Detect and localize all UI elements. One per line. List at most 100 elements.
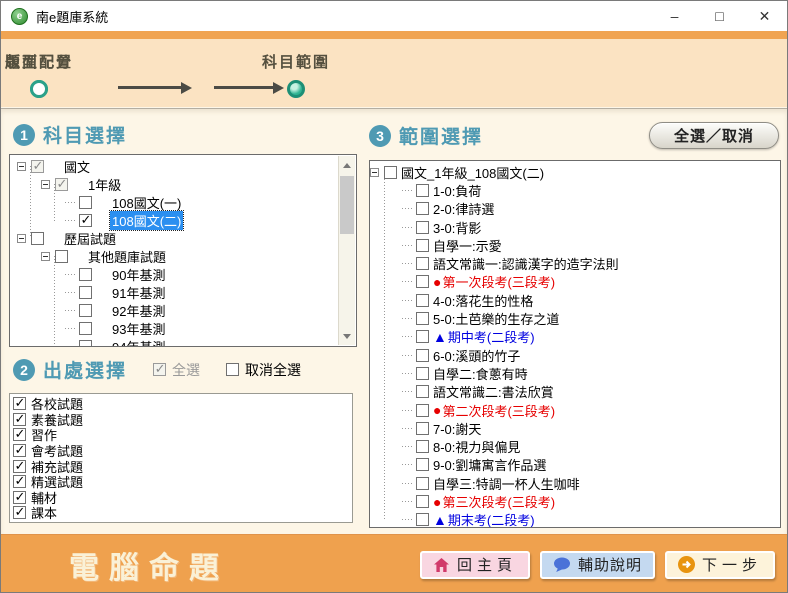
minimize-button[interactable]: – — [652, 1, 697, 31]
step-number-badge: 2 — [13, 359, 35, 381]
home-button[interactable]: 回主頁 — [420, 551, 530, 579]
checkbox[interactable] — [79, 286, 92, 299]
checkbox[interactable] — [416, 513, 429, 526]
checkbox[interactable] — [416, 385, 429, 398]
collapse-icon[interactable] — [41, 180, 50, 189]
checkbox[interactable] — [416, 239, 429, 252]
subject-tree-item[interactable]: 其他題庫試題 — [11, 247, 338, 265]
checkbox[interactable] — [416, 184, 429, 197]
range-tree-item[interactable]: 5-0:土芭樂的生存之道 — [370, 309, 780, 327]
checkbox[interactable] — [416, 440, 429, 453]
subject-tree-item[interactable]: 歷屆試題 — [11, 229, 338, 247]
subject-tree-item[interactable]: 1年級 — [11, 175, 338, 193]
source-list-item[interactable]: 課本 — [13, 505, 349, 521]
scroll-up-icon[interactable] — [339, 157, 355, 173]
checkbox[interactable] — [13, 428, 26, 441]
range-tree-item[interactable]: 6-0:溪頭的竹子 — [370, 346, 780, 364]
source-list-item[interactable]: 精選試題 — [13, 474, 349, 490]
checkbox[interactable] — [416, 275, 429, 288]
deselect-all-checkbox[interactable] — [226, 363, 239, 376]
subject-tree-item[interactable]: 90年基測 — [11, 265, 338, 283]
subject-tree-item[interactable]: 108國文(二) — [11, 211, 338, 229]
help-button[interactable]: 輔助說明 — [540, 551, 655, 579]
range-tree-item[interactable]: 9-0:劉墉寓言作品選 — [370, 456, 780, 474]
collapse-icon[interactable] — [17, 234, 26, 243]
range-tree-item[interactable]: 自學二:食蔥有時 — [370, 364, 780, 382]
range-tree-item[interactable]: 3-0:背影 — [370, 218, 780, 236]
range-tree-item[interactable]: 自學一:示愛 — [370, 236, 780, 254]
range-tree-item[interactable]: 語文常識二:書法欣賞 — [370, 383, 780, 401]
select-all-checkbox[interactable] — [153, 363, 166, 376]
collapse-icon[interactable] — [41, 252, 50, 261]
scrollbar-thumb[interactable] — [340, 176, 354, 234]
checkbox[interactable] — [55, 178, 68, 191]
range-tree-item[interactable]: ● 第二次段考(三段考) — [370, 401, 780, 419]
checkbox[interactable] — [416, 257, 429, 270]
close-button[interactable]: ✕ — [742, 1, 787, 31]
checkbox[interactable] — [416, 495, 429, 508]
checkbox[interactable] — [416, 477, 429, 490]
checkbox[interactable] — [13, 413, 26, 426]
subject-tree-item[interactable]: 91年基測 — [11, 283, 338, 301]
checkbox[interactable] — [79, 196, 92, 209]
checkbox[interactable] — [384, 166, 397, 179]
collapse-icon[interactable] — [17, 162, 26, 171]
checkbox[interactable] — [79, 340, 92, 348]
vertical-scrollbar[interactable] — [338, 156, 355, 345]
subject-tree-item[interactable]: 國文 — [11, 157, 338, 175]
range-tree-item[interactable]: 2-0:律詩選 — [370, 200, 780, 218]
range-tree-item[interactable]: ▲ 期末考(二段考) — [370, 511, 780, 528]
checkbox[interactable] — [13, 444, 26, 457]
range-tree-item[interactable]: 1-0:負荷 — [370, 181, 780, 199]
tree-connector — [65, 274, 75, 275]
range-tree-item[interactable]: 語文常識一:認識漢字的造字法則 — [370, 254, 780, 272]
checkbox[interactable] — [55, 250, 68, 263]
range-item-text: 6-0:溪頭的竹子 — [433, 346, 520, 365]
checkbox[interactable] — [13, 506, 26, 519]
subject-tree-item[interactable]: 92年基測 — [11, 301, 338, 319]
checkbox[interactable] — [13, 475, 26, 488]
collapse-icon[interactable] — [370, 168, 379, 177]
range-tree-item[interactable]: 4-0:落花生的性格 — [370, 291, 780, 309]
range-item-label: 自學二:食蔥有時 — [433, 364, 528, 383]
checkbox[interactable] — [416, 367, 429, 380]
tree-connector — [65, 346, 75, 347]
checkbox[interactable] — [79, 322, 92, 335]
checkbox[interactable] — [416, 294, 429, 307]
checkbox[interactable] — [416, 312, 429, 325]
next-step-button[interactable]: 下一步 — [665, 551, 775, 579]
range-tree-item[interactable]: ▲ 期中考(二段考) — [370, 328, 780, 346]
range-item-text: ● 第二次段考(三段考) — [433, 401, 555, 420]
range-tree-item[interactable]: 自學三:特調一杯人生咖啡 — [370, 474, 780, 492]
checkbox[interactable] — [79, 268, 92, 281]
range-tree-item[interactable]: 8-0:視力與偏見 — [370, 437, 780, 455]
range-item-text: 9-0:劉墉寓言作品選 — [433, 455, 546, 474]
source-list-item[interactable]: 素養試題 — [13, 412, 349, 428]
range-tree-item[interactable]: ● 第一次段考(三段考) — [370, 273, 780, 291]
subject-tree-item[interactable]: 94年基測 — [11, 337, 338, 347]
checkbox[interactable] — [416, 202, 429, 215]
range-tree-item[interactable]: 國文_1年級_108國文(二) — [370, 163, 780, 181]
checkbox[interactable] — [79, 304, 92, 317]
toggle-select-all-button[interactable]: 全選／取消 — [649, 122, 779, 149]
checkbox[interactable] — [31, 160, 44, 173]
checkbox[interactable] — [416, 349, 429, 362]
checkbox[interactable] — [31, 232, 44, 245]
checkbox[interactable] — [416, 458, 429, 471]
checkbox[interactable] — [13, 491, 26, 504]
scroll-down-icon[interactable] — [339, 328, 355, 344]
subject-tree-item[interactable]: 108國文(一) — [11, 193, 338, 211]
checkbox[interactable] — [416, 330, 429, 343]
checkbox[interactable] — [79, 214, 92, 227]
tree-connector — [402, 410, 412, 411]
checkbox[interactable] — [416, 422, 429, 435]
maximize-button[interactable]: □ — [697, 1, 742, 31]
range-tree-item[interactable]: ● 第三次段考(三段考) — [370, 492, 780, 510]
checkbox[interactable] — [416, 404, 429, 417]
range-tree-item[interactable]: 7-0:謝天 — [370, 419, 780, 437]
checkbox[interactable] — [13, 397, 26, 410]
checkbox[interactable] — [416, 221, 429, 234]
source-list-item[interactable]: 輔材 — [13, 490, 349, 506]
checkbox[interactable] — [13, 460, 26, 473]
subject-tree-item[interactable]: 93年基測 — [11, 319, 338, 337]
